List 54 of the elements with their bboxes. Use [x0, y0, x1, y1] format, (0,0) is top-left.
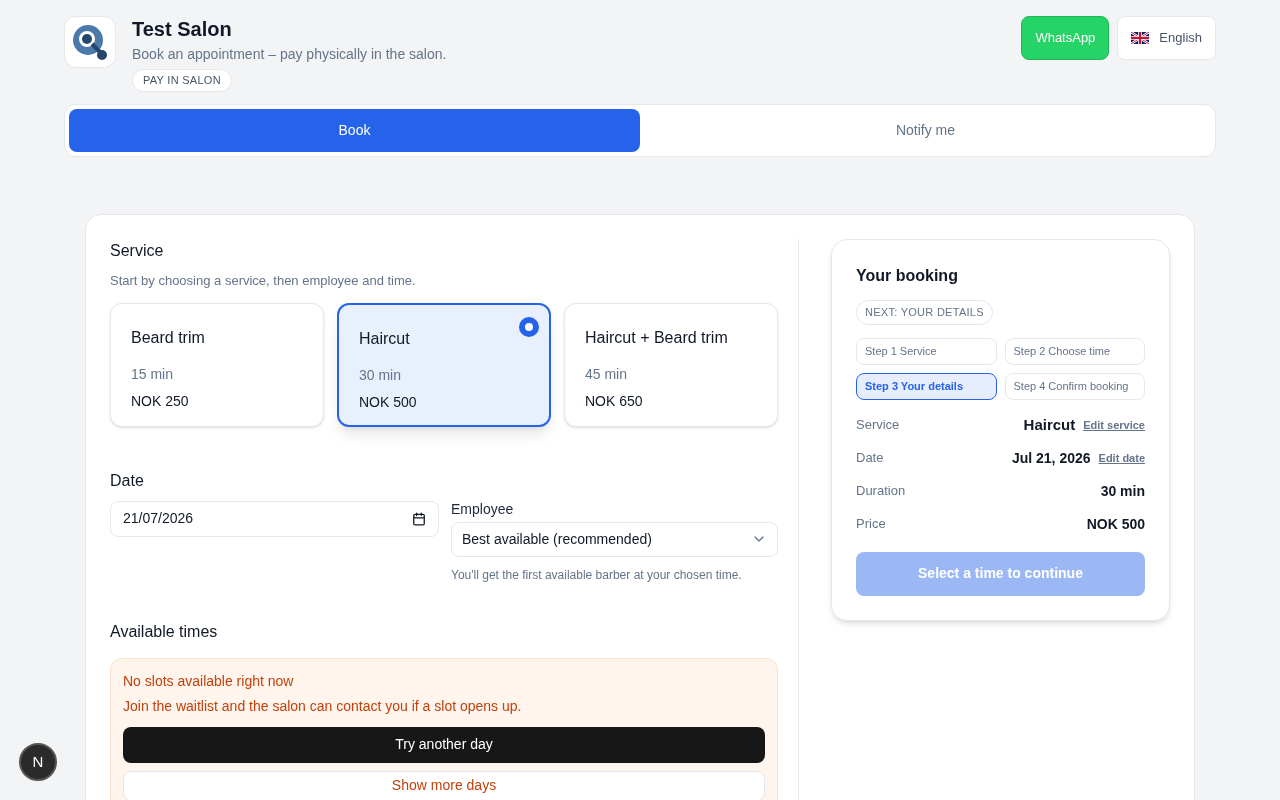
step-chip: Step 4 Confirm booking [1004, 372, 1145, 400]
service-price: NOK 250 [131, 391, 189, 411]
language-button[interactable]: English [1117, 16, 1216, 60]
radio-selected-icon [519, 316, 539, 337]
summary-value: Jul 21, 2026 [1011, 448, 1091, 468]
section-heading: Date [110, 470, 145, 491]
tab[interactable]: Book [69, 109, 640, 152]
section-heading: Available times [110, 621, 219, 642]
salon-title: Test Salon [132, 17, 232, 42]
show-more-days-button[interactable]: Show more days [123, 770, 765, 800]
field-label: Employee [451, 499, 515, 519]
step-chip: Step 3 Your details [856, 372, 997, 400]
service-name: Beard trim [131, 327, 205, 348]
salon-logo [64, 16, 116, 68]
tab[interactable]: Notify me [640, 109, 1211, 152]
service-card[interactable]: Beard trim 15 min NOK 250 [110, 302, 324, 427]
employee-value: Best available (recommended) [462, 529, 652, 549]
summary-label: Date [856, 449, 884, 468]
service-duration: 30 min [359, 365, 402, 385]
salon-subtitle: Book an appointment – pay physically in the salon. [132, 45, 447, 64]
employee-select[interactable]: Best available (recommended) [451, 521, 778, 557]
summary-label: Duration [856, 482, 906, 501]
section-heading: Service [110, 241, 165, 261]
edit-link[interactable]: Edit service [1083, 416, 1145, 434]
service-card[interactable]: Haircut 30 min NOK 500 [337, 302, 551, 427]
try-another-day-button[interactable]: Try another day [123, 726, 765, 763]
summary-value: Haircut [1023, 414, 1076, 435]
edit-link[interactable]: Edit date [1098, 449, 1145, 467]
section-hint: Start by choosing a service, then employee and time. [110, 272, 417, 290]
alert-title: No slots available right now [123, 671, 295, 691]
service-price: NOK 500 [359, 392, 417, 412]
service-name: Haircut [359, 328, 410, 349]
step-chip: Step 1 Service [856, 337, 997, 365]
summary-label: Service [856, 416, 900, 435]
language-label: English [1159, 29, 1202, 48]
summary-value: NOK 500 [1086, 514, 1145, 534]
summary-title: Your booking [856, 266, 959, 286]
dev-indicator-badge[interactable]: N [19, 743, 57, 781]
employee-hint: You'll get the first available barber at your chosen time. [451, 566, 743, 584]
date-value: 21/07/2026 [123, 509, 194, 528]
flag-icon [1131, 32, 1150, 44]
alert-text: Join the waitlist and the salon can contact you if a slot opens up. [123, 696, 523, 716]
summary-label: Price [856, 515, 886, 534]
date-field[interactable]: 21/07/2026 [110, 500, 439, 537]
pay-badge: PAY IN SALON [132, 69, 232, 92]
summary-value: 30 min [1100, 481, 1145, 501]
service-duration: 15 min [131, 364, 174, 384]
calendar-icon [412, 511, 426, 526]
service-card[interactable]: Haircut + Beard trim 45 min NOK 650 [564, 302, 778, 427]
service-duration: 45 min [585, 364, 628, 384]
service-name: Haircut + Beard trim [585, 327, 728, 348]
step-chip: Step 2 Choose time [1004, 337, 1145, 365]
service-price: NOK 650 [585, 391, 643, 411]
continue-button: Select a time to continue [856, 551, 1145, 596]
